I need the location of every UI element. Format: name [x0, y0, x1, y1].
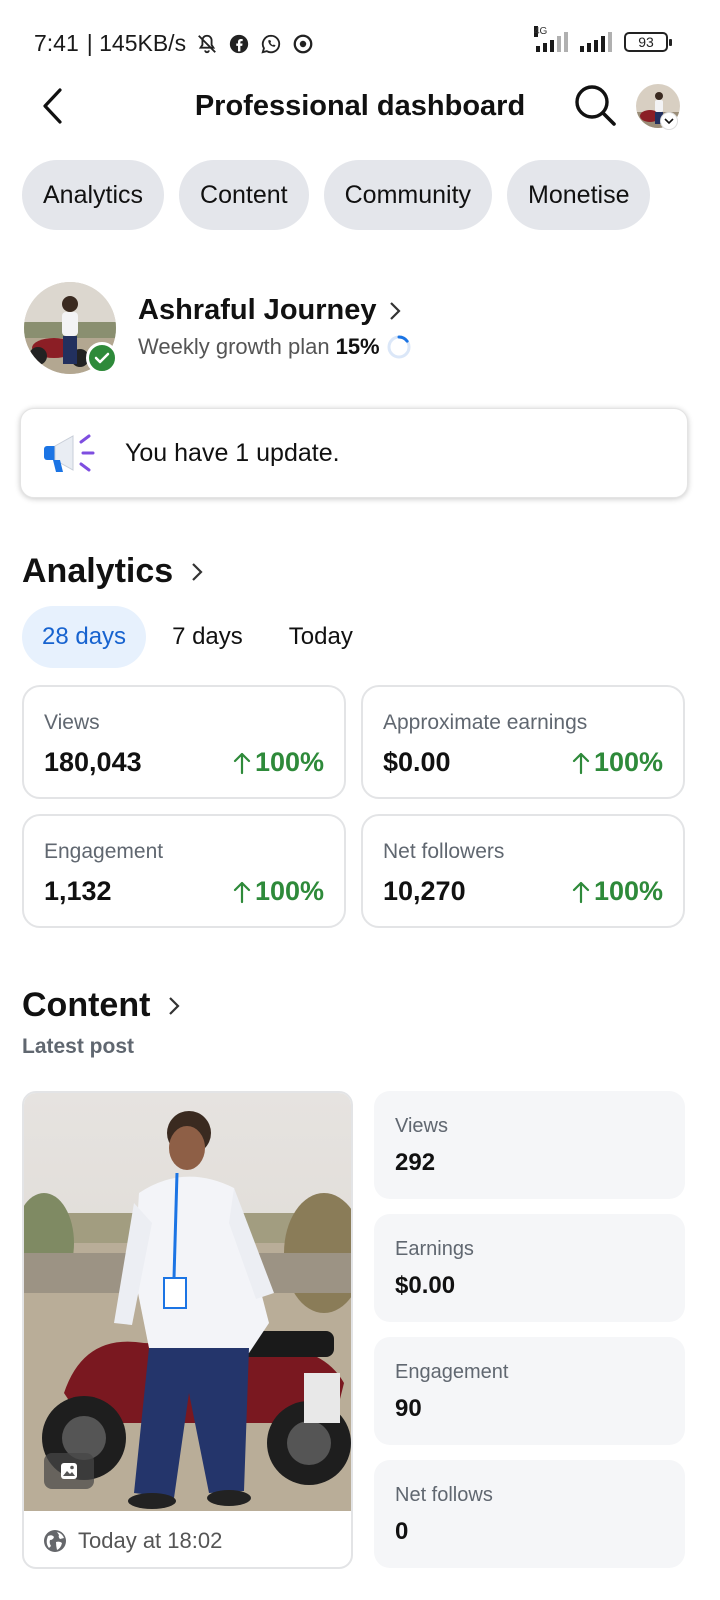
- search-button[interactable]: [572, 82, 618, 128]
- stat-card-engagement[interactable]: Engagement 1,132 100%: [22, 814, 346, 928]
- dashboard-tabs: Analytics Content Community Monetise: [22, 160, 651, 230]
- post-timestamp: Today at 18:02: [78, 1528, 223, 1553]
- stat-change: 100%: [233, 747, 324, 778]
- post-metric-engagement[interactable]: Engagement 90: [374, 1337, 685, 1445]
- photo-icon: [61, 1463, 77, 1479]
- tab-community[interactable]: Community: [323, 160, 493, 230]
- content-title: Content: [22, 986, 151, 1024]
- latest-post-label: Latest post: [22, 1035, 135, 1058]
- update-banner[interactable]: You have 1 update.: [20, 408, 688, 498]
- top-nav: Professional dashboard: [0, 72, 720, 142]
- stat-card-views[interactable]: Views 180,043 100%: [22, 685, 346, 799]
- stat-change-value: 100%: [254, 876, 324, 906]
- stat-label: Net followers: [383, 840, 505, 863]
- profile-name-link[interactable]: Ashraful Journey: [138, 294, 401, 327]
- chevron-right-icon: [192, 562, 203, 581]
- stat-change-value: 100%: [593, 876, 663, 906]
- battery-level: 93: [638, 34, 654, 50]
- stat-value: 10,270: [383, 876, 466, 906]
- signal-icon: [580, 32, 612, 52]
- analytics-heading[interactable]: Analytics: [22, 552, 203, 591]
- range-today[interactable]: Today: [269, 606, 373, 668]
- stat-value: 1,132: [44, 876, 112, 906]
- metric-label: Views: [395, 1115, 448, 1137]
- account-switch-icon[interactable]: [660, 112, 678, 130]
- arrow-up-icon: [572, 752, 590, 774]
- post-footer: Today at 18:02: [24, 1511, 351, 1567]
- status-right: 4G 93: [534, 26, 672, 52]
- post-metric-views[interactable]: Views 292: [374, 1091, 685, 1199]
- stat-change: 100%: [233, 876, 324, 907]
- progress-ring-icon: [387, 335, 411, 359]
- growth-plan[interactable]: Weekly growth plan 15%: [138, 334, 412, 360]
- status-time: 7:41: [34, 30, 79, 56]
- profile-summary[interactable]: Ashraful Journey Weekly growth plan 15%: [24, 282, 684, 376]
- stat-card-earnings[interactable]: Approximate earnings $0.00 100%: [361, 685, 685, 799]
- stat-label: Views: [44, 711, 100, 734]
- stat-change: 100%: [572, 747, 663, 778]
- tab-analytics[interactable]: Analytics: [22, 160, 165, 230]
- metric-label: Engagement: [395, 1361, 509, 1383]
- metric-value: 90: [395, 1395, 422, 1422]
- stat-change-value: 100%: [254, 747, 324, 777]
- latest-post-card[interactable]: Today at 18:02: [22, 1091, 353, 1569]
- metric-value: 0: [395, 1518, 409, 1545]
- status-left: 7:41 | 145KB/s: [34, 30, 314, 57]
- notification-icons: [196, 33, 314, 55]
- range-7-days[interactable]: 7 days: [152, 606, 263, 668]
- chrome-icon: [293, 34, 313, 53]
- arrow-up-icon: [233, 881, 251, 903]
- update-text: You have 1 update.: [125, 438, 340, 467]
- stat-label: Approximate earnings: [383, 711, 588, 734]
- stat-card-net-followers[interactable]: Net followers 10,270 100%: [361, 814, 685, 928]
- globe-icon: [44, 1530, 66, 1552]
- whatsapp-icon: [261, 34, 281, 54]
- signal-4g-icon: 4G: [534, 26, 568, 52]
- profile-name: Ashraful Journey: [138, 294, 377, 326]
- megaphone-icon: [44, 434, 95, 472]
- battery-icon: 93: [624, 32, 672, 52]
- analytics-title: Analytics: [22, 552, 174, 590]
- metric-value: $0.00: [395, 1272, 456, 1299]
- verified-check-icon: [86, 342, 118, 374]
- post-metric-net-follows[interactable]: Net follows 0: [374, 1460, 685, 1568]
- arrow-up-icon: [233, 752, 251, 774]
- growth-plan-percent: 15%: [335, 334, 380, 359]
- stat-change: 100%: [572, 876, 663, 907]
- chevron-down-icon: [664, 118, 674, 125]
- search-icon: [575, 85, 616, 126]
- date-range-tabs: 28 days 7 days Today: [22, 606, 373, 668]
- chevron-right-icon: [169, 996, 180, 1015]
- stat-value: 180,043: [44, 747, 142, 777]
- stat-change-value: 100%: [593, 747, 663, 777]
- stat-value: $0.00: [383, 747, 451, 777]
- status-speed: | 145KB/s: [86, 30, 187, 56]
- content-heading[interactable]: Content: [22, 986, 180, 1025]
- growth-plan-label: Weekly growth plan: [138, 334, 330, 359]
- network-type: 4G: [534, 26, 548, 37]
- post-metric-earnings[interactable]: Earnings $0.00: [374, 1214, 685, 1322]
- arrow-up-icon: [572, 881, 590, 903]
- metric-value: 292: [395, 1149, 436, 1176]
- range-28-days[interactable]: 28 days: [22, 606, 147, 668]
- post-photo[interactable]: [24, 1093, 353, 1511]
- tab-monetise[interactable]: Monetise: [507, 160, 651, 230]
- facebook-icon: [229, 34, 249, 53]
- metric-label: Net follows: [395, 1484, 493, 1506]
- chevron-right-icon: [389, 301, 401, 320]
- tab-content[interactable]: Content: [179, 160, 309, 230]
- bell-off-icon: [198, 34, 216, 53]
- stat-label: Engagement: [44, 840, 164, 863]
- photo-type-badge: [44, 1453, 94, 1489]
- metric-label: Earnings: [395, 1238, 474, 1260]
